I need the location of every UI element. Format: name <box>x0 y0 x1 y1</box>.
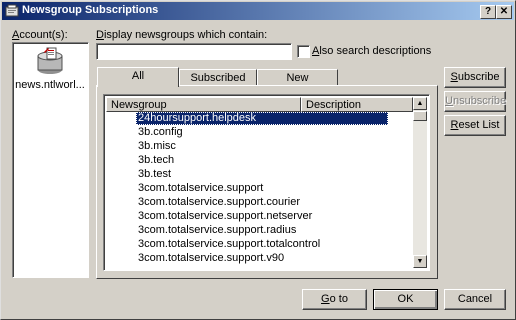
list-item[interactable]: 3com.totalservice.support.courier <box>136 196 302 209</box>
account-name: news.ntlworl... <box>15 79 85 91</box>
list-item[interactable]: 3com.totalservice.support.totalcontrol <box>136 238 322 251</box>
list-item[interactable]: 24hoursupport.helpdesk <box>136 112 388 125</box>
title-bar[interactable]: Newsgroup Subscriptions ? ✕ <box>2 2 514 20</box>
newsgroup-app-icon <box>5 4 19 17</box>
close-icon: ✕ <box>499 6 509 17</box>
account-item[interactable]: news.ntlworl... <box>15 46 85 94</box>
filter-input[interactable] <box>96 43 292 60</box>
reset-list-button[interactable]: Reset List <box>444 115 506 136</box>
list-item[interactable]: 3b.tech <box>136 154 176 167</box>
column-header-newsgroup[interactable]: Newsgroup <box>106 97 301 112</box>
help-icon: ? <box>484 6 492 17</box>
close-button[interactable]: ✕ <box>496 5 512 19</box>
list-item[interactable]: 3b.misc <box>136 140 178 153</box>
filter-label: Display newsgroups which contain: <box>96 29 268 41</box>
column-newsgroup-label: Newsgroup <box>111 99 167 111</box>
list-item[interactable]: 3com.totalservice.support.v90 <box>136 252 286 265</box>
news-server-icon <box>37 47 63 74</box>
column-description-label: Description <box>306 99 362 111</box>
tab-subscribed-label: Subscribed <box>190 72 246 84</box>
help-button[interactable]: ? <box>480 5 496 19</box>
arrow-down-icon: ▼ <box>416 258 424 265</box>
list-item[interactable]: 3b.test <box>136 168 173 181</box>
window-title: Newsgroup Subscriptions <box>22 4 159 16</box>
unsubscribe-button[interactable]: Unsubscribe <box>444 91 506 112</box>
tab-all[interactable]: All <box>97 67 179 87</box>
list-item[interactable]: 3com.totalservice.support <box>136 182 265 195</box>
accounts-label: Account(s): <box>12 29 68 41</box>
also-search-checkbox[interactable] <box>297 45 310 58</box>
also-search-label[interactable]: Also search descriptions <box>312 45 431 57</box>
column-header-description[interactable]: Description <box>301 97 413 112</box>
list-item[interactable]: 3com.totalservice.support.netserver <box>136 210 314 223</box>
scroll-up-button[interactable]: ▲ <box>413 97 427 110</box>
list-item[interactable]: 3b.config <box>136 126 185 139</box>
scroll-down-button[interactable]: ▼ <box>413 255 427 268</box>
tab-all-label: All <box>131 70 145 82</box>
ok-button[interactable]: OK <box>373 289 438 310</box>
dialog-window: Newsgroup Subscriptions ? ✕ Account(s): … <box>0 0 516 320</box>
cancel-button[interactable]: Cancel <box>444 289 506 310</box>
newsgroup-list[interactable]: Newsgroup Description 24hoursupport.help… <box>103 94 430 271</box>
tab-new-label: New <box>286 72 309 84</box>
arrow-up-icon: ▲ <box>416 100 424 107</box>
accounts-list[interactable]: news.ntlworl... <box>12 42 89 278</box>
subscribe-button[interactable]: Subscribe <box>444 67 506 88</box>
scroll-thumb[interactable] <box>413 111 427 121</box>
goto-button[interactable]: Go to <box>302 289 367 310</box>
list-item[interactable]: 3com.totalservice.support.radius <box>136 224 298 237</box>
vertical-scrollbar[interactable]: ▲ ▼ <box>413 97 427 268</box>
